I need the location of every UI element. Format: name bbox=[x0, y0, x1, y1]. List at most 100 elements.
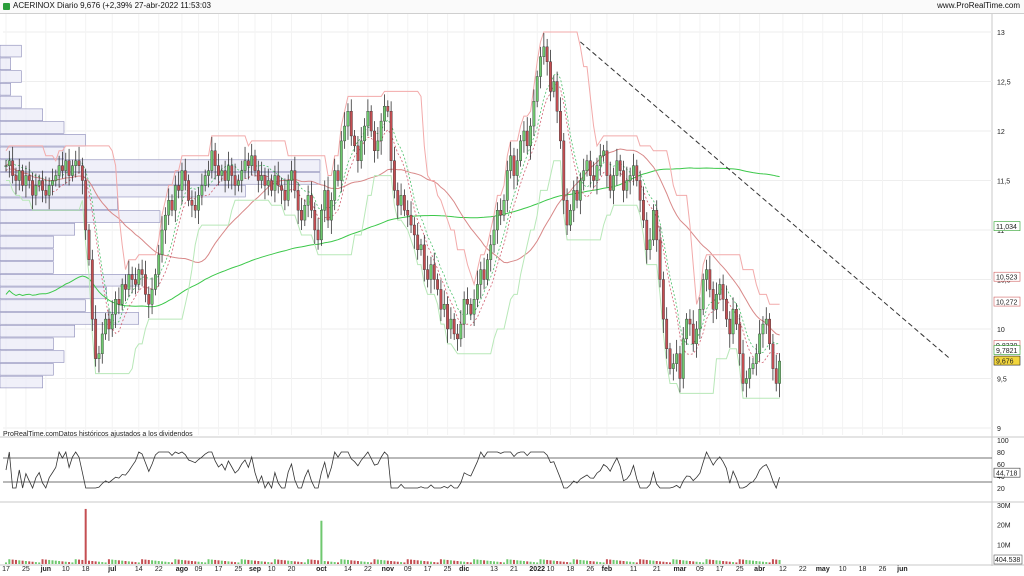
candle[interactable] bbox=[386, 106, 390, 112]
candle[interactable] bbox=[104, 318, 108, 335]
candle[interactable] bbox=[77, 160, 81, 166]
candle[interactable] bbox=[585, 160, 589, 171]
candle[interactable] bbox=[545, 46, 549, 62]
candle[interactable] bbox=[44, 190, 48, 196]
candle[interactable] bbox=[482, 269, 486, 280]
candle[interactable] bbox=[193, 205, 197, 211]
candle[interactable] bbox=[346, 110, 350, 127]
candle[interactable] bbox=[486, 259, 489, 280]
candle[interactable] bbox=[479, 269, 483, 285]
candle[interactable] bbox=[57, 165, 61, 176]
candle[interactable] bbox=[642, 200, 645, 221]
candle[interactable] bbox=[492, 229, 496, 246]
candle[interactable] bbox=[326, 190, 330, 221]
candle[interactable] bbox=[466, 299, 469, 305]
candle[interactable] bbox=[356, 145, 360, 161]
candle[interactable] bbox=[622, 170, 625, 191]
candle[interactable] bbox=[127, 274, 131, 290]
candle[interactable] bbox=[688, 318, 692, 325]
candle[interactable] bbox=[592, 175, 596, 181]
candle[interactable] bbox=[698, 309, 702, 330]
candle[interactable] bbox=[173, 185, 177, 211]
trend-line[interactable] bbox=[580, 41, 951, 360]
candle[interactable] bbox=[422, 244, 426, 270]
price-chart[interactable]: 1312,51211,51110,5109,5911,03410,52310,2… bbox=[0, 0, 1024, 576]
candle[interactable] bbox=[263, 175, 267, 186]
candle[interactable] bbox=[661, 279, 665, 320]
candle[interactable] bbox=[406, 209, 410, 216]
candle[interactable] bbox=[280, 185, 283, 191]
candle[interactable] bbox=[778, 360, 781, 384]
candle[interactable] bbox=[376, 140, 380, 151]
candle[interactable] bbox=[37, 180, 41, 186]
candle[interactable] bbox=[150, 289, 154, 305]
candle[interactable] bbox=[618, 160, 622, 171]
candle[interactable] bbox=[203, 175, 207, 186]
candle[interactable] bbox=[147, 294, 151, 305]
candle[interactable] bbox=[329, 200, 333, 221]
candle[interactable] bbox=[628, 175, 632, 181]
candle[interactable] bbox=[495, 209, 499, 231]
candle[interactable] bbox=[436, 279, 439, 290]
candle[interactable] bbox=[751, 363, 755, 369]
candle[interactable] bbox=[429, 264, 433, 280]
candle[interactable] bbox=[246, 160, 250, 166]
candle[interactable] bbox=[744, 378, 748, 384]
candle[interactable] bbox=[34, 185, 38, 196]
candle[interactable] bbox=[177, 185, 181, 191]
candle[interactable] bbox=[728, 318, 732, 335]
candle[interactable] bbox=[721, 284, 725, 300]
candle[interactable] bbox=[220, 170, 224, 176]
candle[interactable] bbox=[183, 170, 187, 181]
candle[interactable] bbox=[316, 229, 320, 241]
candle[interactable] bbox=[439, 289, 443, 310]
candle[interactable] bbox=[107, 318, 111, 330]
candle[interactable] bbox=[67, 160, 71, 176]
candle[interactable] bbox=[180, 170, 184, 191]
candle[interactable] bbox=[393, 160, 396, 191]
candle[interactable] bbox=[419, 244, 423, 251]
candle[interactable] bbox=[41, 180, 44, 191]
candle[interactable] bbox=[379, 120, 383, 142]
candle[interactable] bbox=[645, 219, 649, 251]
candle[interactable] bbox=[137, 269, 141, 285]
candle[interactable] bbox=[446, 304, 449, 330]
candle[interactable] bbox=[21, 170, 24, 186]
candle[interactable] bbox=[456, 333, 459, 340]
candle[interactable] bbox=[213, 150, 217, 166]
candle[interactable] bbox=[731, 309, 735, 335]
candle[interactable] bbox=[163, 214, 167, 231]
candle[interactable] bbox=[236, 180, 240, 186]
candle[interactable] bbox=[632, 165, 635, 176]
candle[interactable] bbox=[303, 205, 307, 221]
candle[interactable] bbox=[735, 309, 738, 325]
candle[interactable] bbox=[575, 190, 579, 201]
candle[interactable] bbox=[313, 209, 317, 231]
candle[interactable] bbox=[27, 175, 31, 181]
candle[interactable] bbox=[293, 170, 297, 191]
candle[interactable] bbox=[412, 224, 416, 236]
candle[interactable] bbox=[648, 239, 652, 250]
candle[interactable] bbox=[598, 155, 602, 166]
candle[interactable] bbox=[432, 264, 436, 280]
candle[interactable] bbox=[363, 125, 366, 142]
candle[interactable] bbox=[11, 160, 15, 176]
candle[interactable] bbox=[230, 165, 234, 176]
candle[interactable] bbox=[565, 200, 569, 226]
candle[interactable] bbox=[197, 195, 200, 211]
candle[interactable] bbox=[359, 140, 363, 161]
candle[interactable] bbox=[542, 46, 546, 57]
candle[interactable] bbox=[240, 170, 244, 181]
candle[interactable] bbox=[512, 155, 516, 176]
candle[interactable] bbox=[469, 304, 473, 315]
candle[interactable] bbox=[768, 318, 772, 345]
candle[interactable] bbox=[4, 165, 8, 167]
candle[interactable] bbox=[522, 130, 526, 142]
candle[interactable] bbox=[691, 323, 695, 345]
candle[interactable] bbox=[708, 269, 712, 290]
candle[interactable] bbox=[675, 353, 679, 364]
candle[interactable] bbox=[270, 180, 273, 191]
candle[interactable] bbox=[74, 160, 78, 166]
candle[interactable] bbox=[476, 284, 479, 300]
candle[interactable] bbox=[738, 323, 742, 354]
